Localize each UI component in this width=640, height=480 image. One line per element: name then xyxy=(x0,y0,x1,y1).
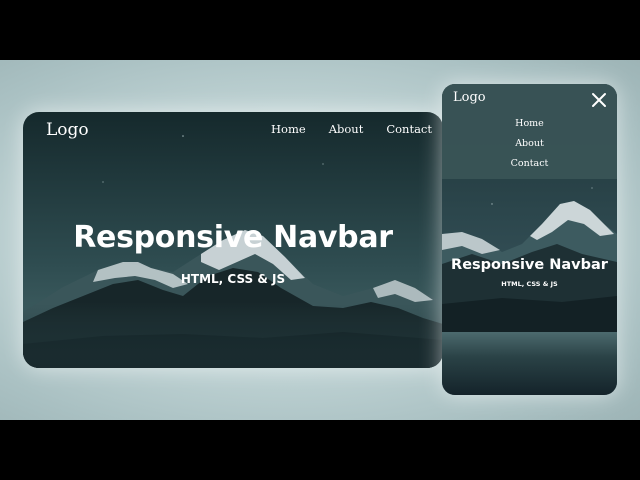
close-icon[interactable] xyxy=(591,92,607,108)
nav-link-contact[interactable]: Contact xyxy=(386,122,432,136)
mobile-menu: Home About Contact xyxy=(442,118,617,170)
mobile-logo[interactable]: Logo xyxy=(453,90,486,105)
hero-title: Responsive Navbar xyxy=(73,220,393,255)
mobile-nav-link-home[interactable]: Home xyxy=(515,118,544,130)
logo[interactable]: Logo xyxy=(46,120,89,140)
mobile-hero-subtitle: HTML, CSS & JS xyxy=(501,280,558,288)
desktop-nav: Home About Contact xyxy=(271,122,432,136)
hero-subtitle: HTML, CSS & JS xyxy=(180,272,286,286)
nav-link-home[interactable]: Home xyxy=(271,122,306,136)
canvas-background: Logo Home About Contact Responsive Navba… xyxy=(0,60,640,420)
desktop-preview: Logo Home About Contact Responsive Navba… xyxy=(23,112,443,368)
mobile-preview: Logo Home About Contact Responsive Navba… xyxy=(442,84,617,395)
mobile-nav-link-contact[interactable]: Contact xyxy=(511,158,549,170)
mobile-nav-link-about[interactable]: About xyxy=(515,138,544,150)
mobile-hero-title: Responsive Navbar xyxy=(451,257,608,273)
nav-link-about[interactable]: About xyxy=(329,122,364,136)
